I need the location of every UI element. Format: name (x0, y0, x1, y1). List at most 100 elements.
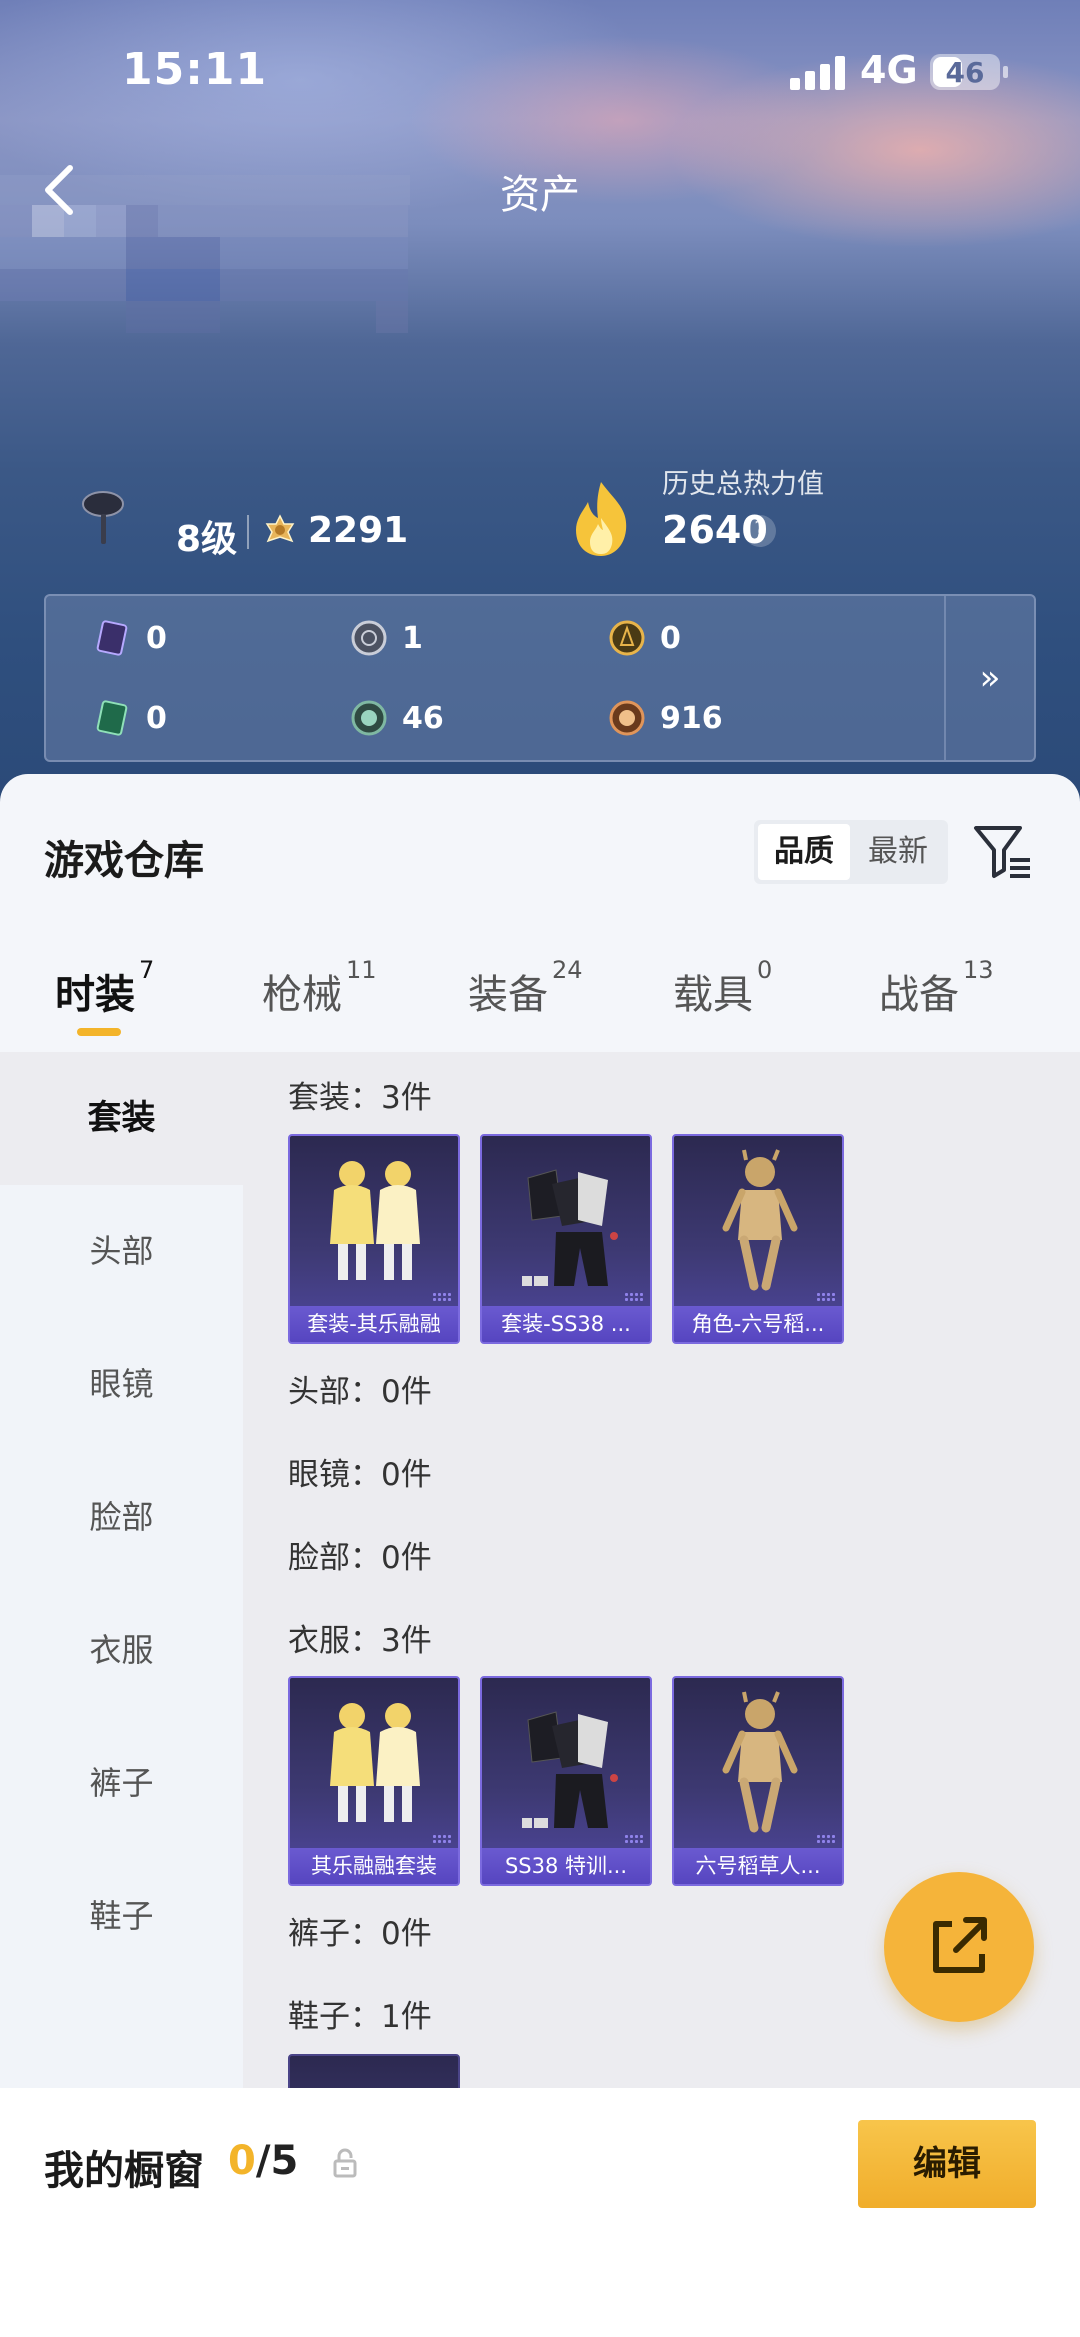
currency-panel: 0 1 0 0 46 916 » (44, 594, 1036, 762)
item-name: 其乐融融套装 (290, 1848, 458, 1884)
silver-coin-icon (351, 620, 387, 656)
currency-item: 1 (350, 618, 423, 658)
item-card[interactable]: 其乐融融套装 (288, 1676, 460, 1886)
tab-vehicles[interactable]: 载具0 (673, 956, 772, 1020)
item-name: SS38 特训... (482, 1848, 650, 1884)
tab-label: 战备 (879, 972, 959, 1018)
item-name: 套装-SS38 ... (482, 1306, 650, 1342)
tab-label: 时装 (55, 972, 135, 1018)
currency-value: 1 (402, 620, 423, 656)
purple-card-icon (96, 620, 128, 656)
section-label-suit: 套装：3件 (288, 1080, 432, 1116)
green-gem-icon (351, 700, 387, 736)
tab-count: 7 (139, 956, 155, 984)
share-icon (933, 1917, 987, 1973)
bronze-coin-icon (609, 700, 645, 736)
section-label-shoes: 鞋子：1件 (288, 1999, 432, 2035)
history-heat-label: 历史总热力值 (662, 469, 824, 500)
section-label-head: 头部：0件 (288, 1374, 432, 1410)
outfit-ss38-uniform-image (522, 1169, 618, 1286)
item-card[interactable]: 角色-六号稻... (672, 1134, 844, 1344)
tab-supplies[interactable]: 战备13 (879, 956, 994, 1020)
section-label-clothes: 衣服：3件 (288, 1623, 432, 1659)
share-button[interactable] (884, 1872, 1034, 2022)
sort-newest-button[interactable]: 最新 (852, 824, 944, 880)
category-face[interactable]: 脸部 (0, 1451, 243, 1584)
tab-firearms[interactable]: 枪械11 (262, 956, 377, 1020)
currency-value: 0 (146, 700, 167, 736)
sort-quality-button[interactable]: 品质 (758, 824, 850, 880)
green-card-icon (96, 700, 128, 736)
tab-count: 0 (757, 956, 773, 984)
battery-level: 46 (945, 56, 985, 89)
item-name: 套装-其乐融融 (290, 1306, 458, 1342)
level-divider (247, 515, 249, 549)
page-title: 资产 (500, 172, 580, 218)
card-decoration (624, 1292, 644, 1302)
item-name: 角色-六号稻... (674, 1306, 842, 1342)
rank-medal-icon (262, 514, 298, 550)
outfit-yellow-hoodie-image (330, 1161, 420, 1280)
warehouse-title: 游戏仓库 (44, 838, 204, 884)
tab-label: 载具 (673, 972, 753, 1018)
frying-pan-icon (78, 490, 128, 550)
showcase-filled: 0 (228, 2138, 256, 2184)
currency-value: 916 (660, 700, 723, 736)
outfit-ss38-uniform-image (522, 1711, 618, 1828)
tab-count: 13 (963, 956, 994, 984)
currency-value: 46 (402, 700, 444, 736)
card-decoration (816, 1292, 836, 1302)
section-label-glasses: 眼镜：0件 (288, 1457, 432, 1493)
tab-equipment[interactable]: 装备24 (468, 956, 583, 1020)
item-card[interactable] (288, 2054, 460, 2089)
filter-icon[interactable] (972, 820, 1034, 882)
item-card[interactable]: 六号稻草人... (672, 1676, 844, 1886)
scarecrow-character-image (722, 1691, 798, 1833)
tab-count: 24 (552, 956, 583, 984)
player-level: 8级 (176, 519, 238, 560)
edit-showcase-button[interactable]: 编辑 (858, 2120, 1036, 2208)
category-head[interactable]: 头部 (0, 1185, 243, 1318)
tab-label: 枪械 (262, 972, 342, 1018)
sort-toggle: 品质 最新 (754, 820, 948, 884)
category-clothes[interactable]: 衣服 (0, 1584, 243, 1717)
section-label-pants: 裤子：0件 (288, 1916, 432, 1952)
category-suit[interactable]: 套装 (0, 1052, 243, 1185)
section-label-face: 脸部：0件 (288, 1540, 432, 1576)
card-decoration (432, 1292, 452, 1302)
card-decoration (624, 1834, 644, 1844)
scarecrow-character-image (722, 1149, 798, 1291)
item-card[interactable]: 套装-其乐融融 (288, 1134, 460, 1344)
category-sidebar: 套装 头部 眼镜 脸部 衣服 裤子 鞋子 (0, 1052, 243, 2089)
help-icon[interactable]: ? (744, 515, 776, 547)
showcase-title: 我的橱窗 (44, 2148, 204, 2194)
tab-label: 装备 (468, 972, 548, 1018)
currency-item: 46 (350, 698, 444, 738)
flame-icon (562, 478, 640, 558)
status-time: 15:11 (122, 44, 268, 95)
tab-count: 11 (346, 956, 377, 984)
showcase-count: 0/5 (228, 2138, 298, 2184)
category-shoes[interactable]: 鞋子 (0, 1850, 243, 1983)
currency-value: 0 (146, 620, 167, 656)
currency-item: 0 (608, 618, 681, 658)
showcase-total: /5 (255, 2138, 299, 2184)
item-card[interactable]: 套装-SS38 ... (480, 1134, 652, 1344)
currency-item: 0 (94, 618, 167, 658)
battery-icon: 46 (930, 54, 1008, 90)
more-currencies-button[interactable]: » (944, 596, 1034, 760)
category-glasses[interactable]: 眼镜 (0, 1318, 243, 1451)
category-pants[interactable]: 裤子 (0, 1717, 243, 1850)
gold-coin-icon (609, 620, 645, 656)
rank-score: 2291 (308, 510, 409, 551)
signal-icon (790, 56, 846, 90)
card-decoration (816, 1834, 836, 1844)
currency-item: 916 (608, 698, 723, 738)
tab-fashion[interactable]: 时装7 (55, 956, 154, 1020)
outfit-yellow-hoodie-image (330, 1703, 420, 1822)
network-label: 4G (860, 48, 918, 92)
lock-icon (332, 2148, 358, 2178)
active-tab-indicator (77, 1028, 121, 1036)
status-bar: 15:11 4G 46 (0, 0, 1080, 140)
item-card[interactable]: SS38 特训... (480, 1676, 652, 1886)
